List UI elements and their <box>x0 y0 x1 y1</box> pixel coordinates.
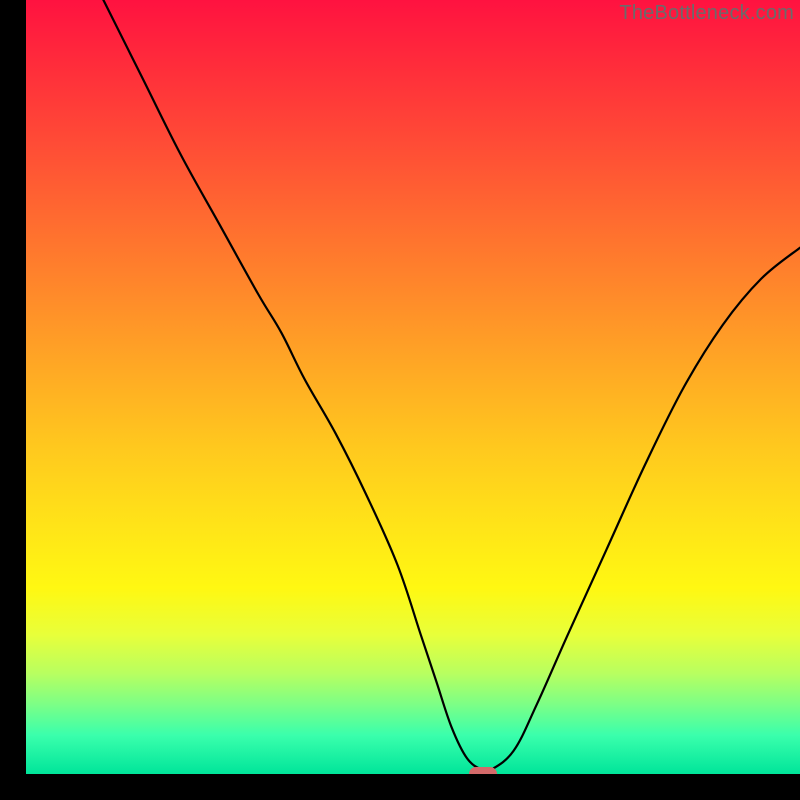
bottleneck-curve-path <box>103 0 800 772</box>
bottleneck-chart: TheBottleneck.com <box>0 0 800 800</box>
x-axis-frame <box>0 774 800 800</box>
curve-layer <box>26 0 800 774</box>
watermark-label: TheBottleneck.com <box>619 2 794 25</box>
optimal-marker <box>469 767 497 774</box>
y-axis-frame <box>0 0 26 800</box>
plot-area <box>26 0 800 774</box>
